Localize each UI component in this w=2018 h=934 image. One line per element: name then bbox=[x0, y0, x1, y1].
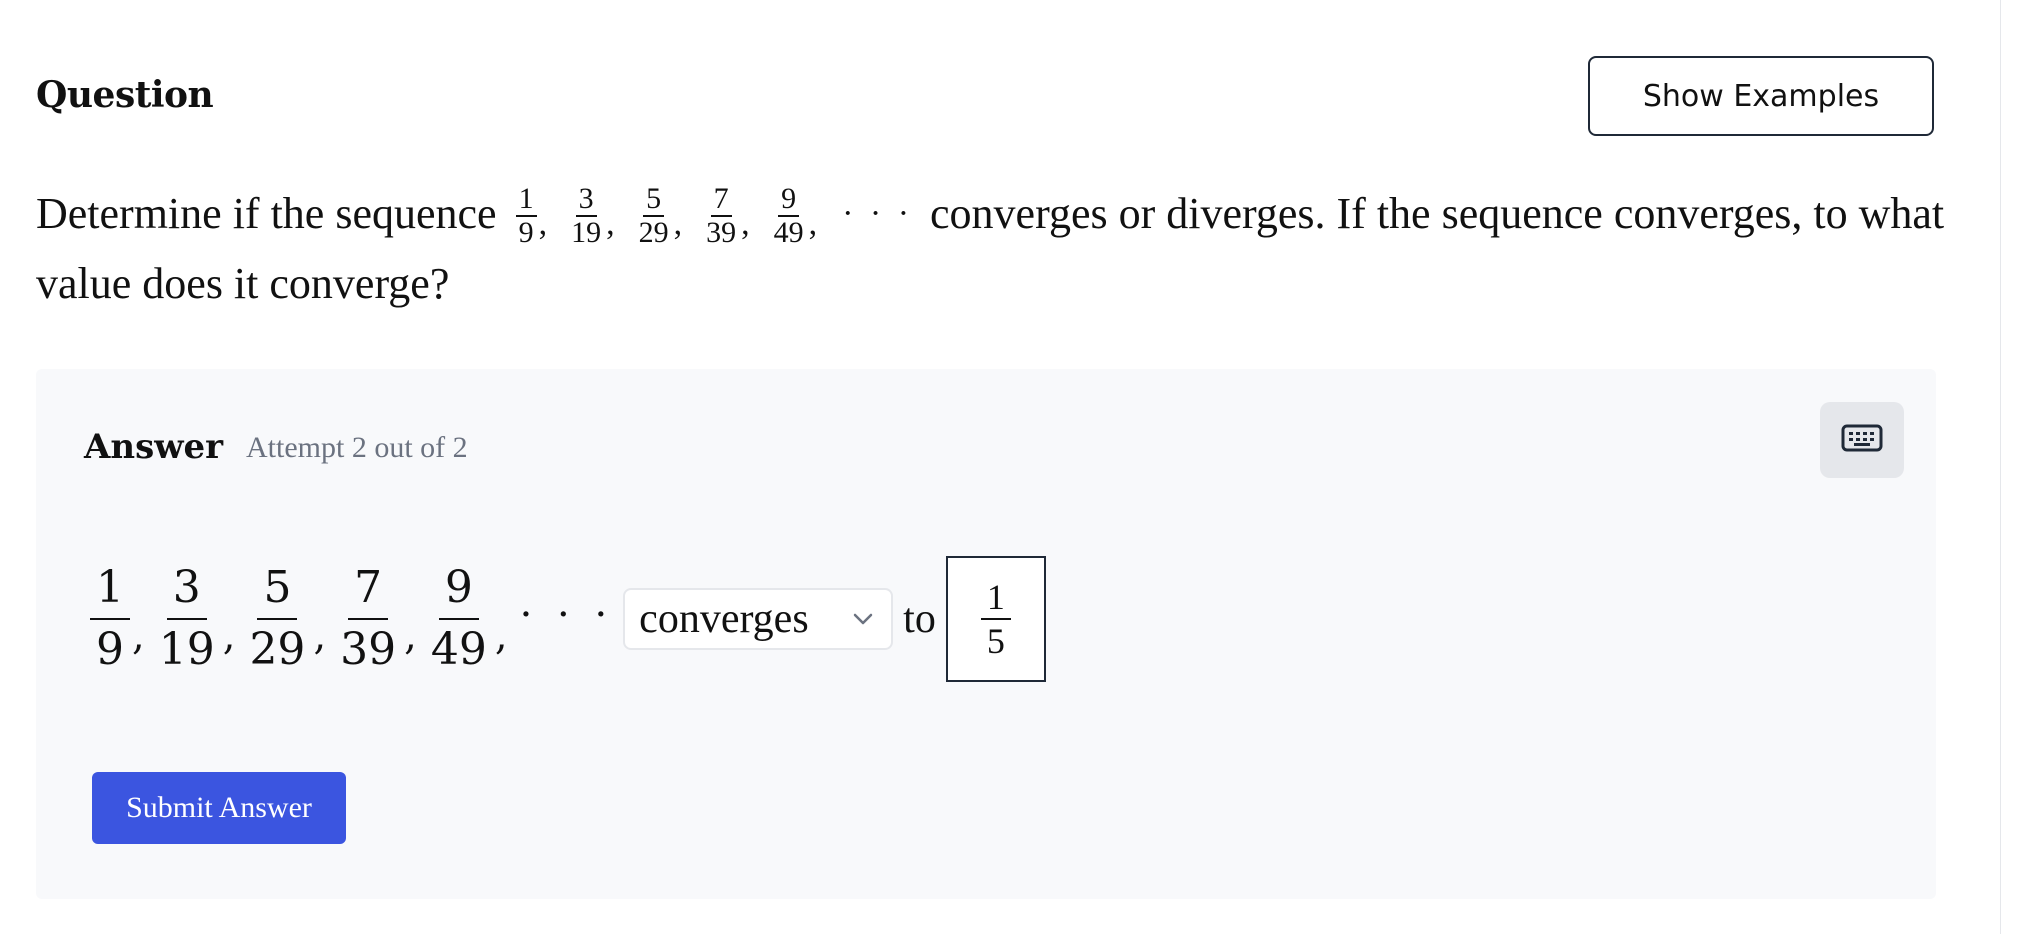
answer-sequence-ellipsis: · · · bbox=[519, 592, 614, 638]
prompt-sequence: 19, 3 19, 5 29, 7 39, 9 49, · · · bbox=[514, 182, 913, 254]
question-page: Question Show Examples Determine if the … bbox=[0, 0, 2018, 934]
submit-answer-button[interactable]: Submit Answer bbox=[92, 772, 346, 844]
answer-expression: 19, 3 19, 5 29, 7 39, 9 49, · · · converges … bbox=[88, 549, 1046, 689]
term-denominator: 39 bbox=[706, 215, 737, 249]
term-numerator: 3 bbox=[575, 182, 597, 217]
question-prompt: Determine if the sequence 19, 3 19, 5 29, … bbox=[36, 182, 1956, 314]
answer-sequence-term: 5 29 bbox=[243, 562, 311, 676]
sequence-term: 19 bbox=[515, 182, 537, 249]
term-denominator: 9 bbox=[96, 624, 124, 675]
term-denominator: 29 bbox=[249, 624, 306, 675]
answer-sequence-term: 9 49 bbox=[425, 562, 493, 676]
answer-denominator: 5 bbox=[986, 621, 1005, 661]
term-denominator: 19 bbox=[158, 624, 215, 675]
answer-heading: Answer bbox=[84, 427, 224, 467]
answer-sequence-term: 3 19 bbox=[153, 562, 221, 676]
term-numerator: 5 bbox=[643, 182, 665, 217]
scrollbar-edge bbox=[2000, 0, 2001, 934]
term-denominator: 19 bbox=[571, 215, 602, 249]
term-denominator: 39 bbox=[340, 624, 397, 675]
sequence-term: 5 29 bbox=[636, 182, 672, 249]
term-denominator: 9 bbox=[518, 215, 534, 249]
sequence-term: 7 39 bbox=[703, 182, 739, 249]
keyboard-button[interactable] bbox=[1820, 402, 1904, 478]
sequence-ellipsis: · · · bbox=[842, 195, 914, 232]
convergence-select[interactable]: converges bbox=[623, 588, 894, 650]
answer-sequence-term: 19 bbox=[90, 562, 130, 676]
convergence-select-value: converges bbox=[639, 596, 809, 642]
term-numerator: 3 bbox=[166, 562, 207, 620]
to-label: to bbox=[903, 596, 936, 642]
chevron-down-icon bbox=[853, 613, 873, 625]
prompt-text-before: Determine if the sequence bbox=[36, 189, 497, 239]
limit-answer-fraction: 15 bbox=[980, 578, 1011, 661]
term-numerator: 9 bbox=[778, 182, 800, 217]
question-heading: Question bbox=[36, 74, 214, 116]
sequence-term: 3 19 bbox=[568, 182, 604, 249]
term-denominator: 49 bbox=[430, 624, 487, 675]
sequence-term: 9 49 bbox=[771, 182, 807, 249]
term-denominator: 49 bbox=[773, 215, 804, 249]
limit-answer-input[interactable]: 15 bbox=[945, 556, 1046, 682]
answer-panel: Answer Attempt 2 out of 2 19, 3 19 , 5 2… bbox=[36, 369, 1936, 899]
term-numerator: 1 bbox=[515, 182, 537, 217]
attempt-counter: Attempt 2 out of 2 bbox=[246, 431, 468, 464]
show-examples-button[interactable]: Show Examples bbox=[1588, 56, 1934, 136]
answer-sequence-term: 7 39 bbox=[334, 562, 402, 676]
term-numerator: 9 bbox=[438, 562, 479, 620]
term-numerator: 1 bbox=[90, 562, 130, 620]
term-numerator: 7 bbox=[710, 182, 732, 217]
term-denominator: 29 bbox=[638, 215, 669, 249]
answer-numerator: 1 bbox=[980, 578, 1011, 620]
term-numerator: 5 bbox=[257, 562, 298, 620]
keyboard-icon bbox=[1841, 423, 1883, 457]
term-numerator: 7 bbox=[348, 562, 389, 620]
